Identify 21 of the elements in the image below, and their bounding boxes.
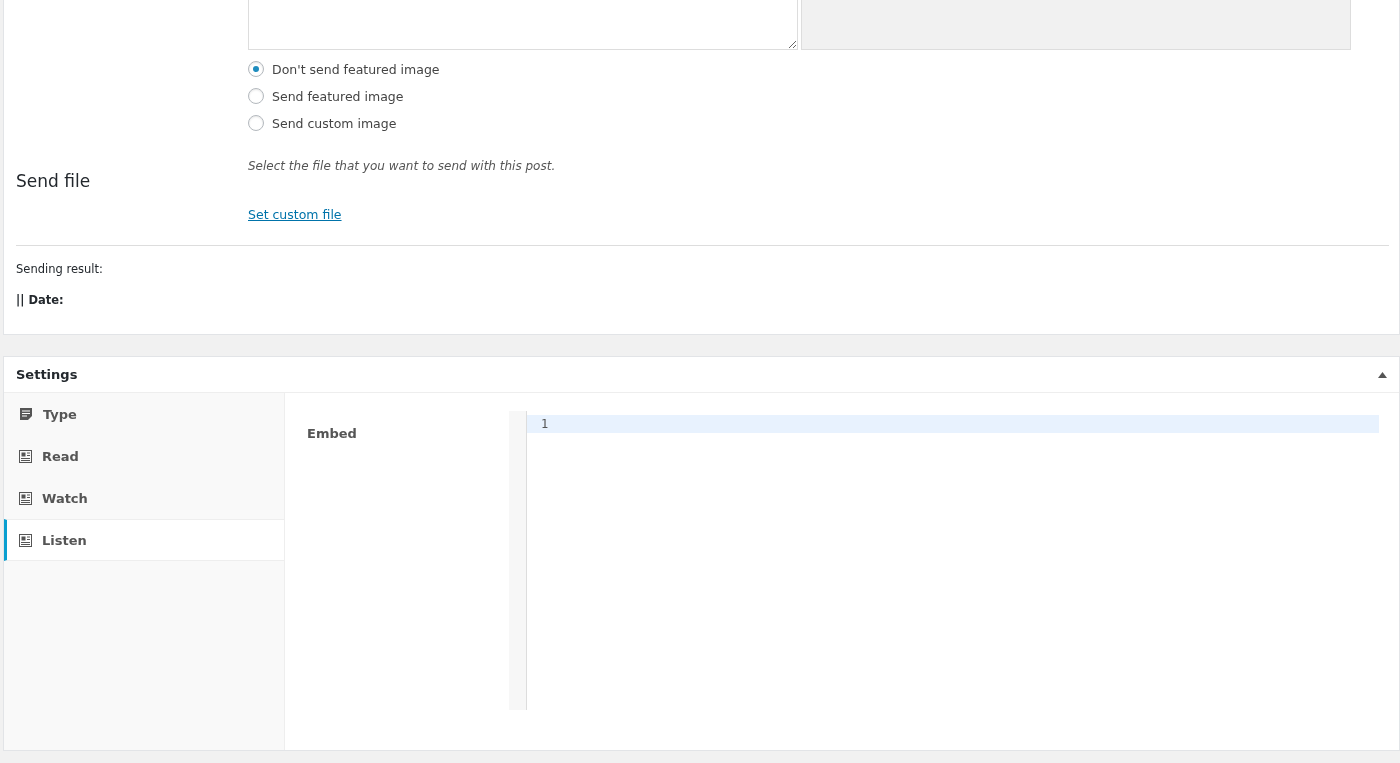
card-icon bbox=[19, 449, 32, 463]
settings-tab[interactable]: Read bbox=[4, 435, 284, 477]
radio-option[interactable]: Send featured image bbox=[248, 88, 1399, 104]
description-text: Select the file that you want to send with this post. bbox=[248, 159, 557, 173]
field-label: Embed bbox=[307, 426, 357, 441]
line-number: 1 bbox=[541, 417, 549, 431]
code-editor[interactable]: 1 bbox=[509, 411, 1379, 710]
radio-option[interactable]: Don't send featured image bbox=[248, 61, 1399, 77]
document-icon bbox=[19, 407, 33, 421]
settings-tab[interactable]: Watch bbox=[4, 477, 284, 519]
set-file-link[interactable]: Set custom file bbox=[248, 207, 342, 222]
settings-tab[interactable]: Listen bbox=[4, 519, 284, 561]
result-label: Sending result: bbox=[16, 262, 104, 276]
card-icon bbox=[19, 533, 32, 547]
card-icon bbox=[19, 491, 32, 505]
settings-tab[interactable]: Type bbox=[4, 393, 284, 435]
date-label: || Date: bbox=[16, 293, 65, 307]
radio-option[interactable]: Send custom image bbox=[248, 115, 1399, 131]
panel-title: Settings bbox=[16, 367, 78, 382]
collapse-icon[interactable] bbox=[1378, 371, 1387, 378]
section-heading: Send file bbox=[16, 171, 92, 191]
